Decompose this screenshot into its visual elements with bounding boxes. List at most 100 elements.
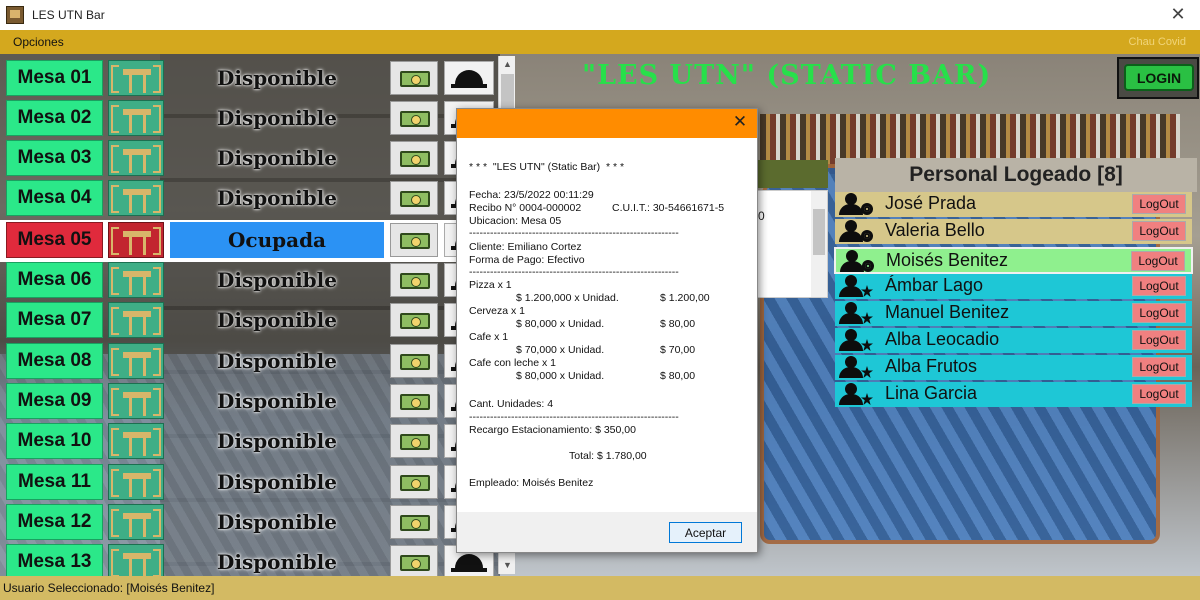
table-status: Disponible	[217, 66, 337, 90]
receipt-empleado: Empleado: Moisés Benitez	[469, 477, 594, 489]
cloche-icon	[451, 554, 487, 573]
pay-button[interactable]	[390, 464, 438, 499]
table-chairs-icon[interactable]	[108, 222, 164, 258]
logout-button[interactable]: LogOut	[1132, 303, 1186, 323]
table-chairs-icon[interactable]	[108, 423, 164, 460]
table-chairs-icon[interactable]	[108, 342, 164, 379]
menu-opciones[interactable]: Opciones	[13, 35, 64, 49]
pay-button[interactable]	[390, 223, 438, 257]
mesa-button[interactable]: Mesa 13	[6, 544, 103, 576]
pay-button[interactable]	[390, 424, 438, 459]
table-status: Disponible	[217, 308, 337, 333]
person-star-icon	[837, 383, 877, 405]
mesa-button[interactable]: Mesa 04	[6, 180, 103, 216]
receipt-fecha: Fecha: 23/5/2022 00:11:29	[469, 189, 594, 201]
employee-name: Alba Leocadio	[885, 329, 1000, 349]
table-status: Disponible	[217, 550, 337, 575]
pay-button[interactable]	[390, 504, 438, 539]
receipt-item-title: Pizza x 1	[469, 279, 512, 291]
table-row: Mesa 13 Disponible	[0, 542, 496, 576]
mesa-button[interactable]: Mesa 10	[6, 423, 103, 460]
pay-button[interactable]	[390, 263, 438, 297]
employee-row[interactable]: Alba Frutos LogOut	[835, 355, 1192, 380]
pay-button[interactable]	[390, 61, 438, 95]
receipt-item-unit: $ 1.200,000 x Unidad.	[516, 292, 619, 304]
person-gear-icon	[837, 220, 877, 242]
logout-button[interactable]: LogOut	[1131, 251, 1185, 271]
pay-button[interactable]	[390, 343, 438, 378]
table-row: Mesa 03 Disponible	[0, 138, 496, 178]
pay-button[interactable]	[390, 303, 438, 338]
pay-button[interactable]	[390, 181, 438, 215]
table-row: Mesa 09 Disponible	[0, 381, 496, 421]
login-button[interactable]: LOGIN	[1124, 64, 1194, 91]
menu-slogan: Chau Covid	[1128, 36, 1186, 48]
pay-button[interactable]	[390, 101, 438, 135]
table-row: Mesa 02 Disponible	[0, 98, 496, 138]
logout-button[interactable]: LogOut	[1132, 276, 1186, 296]
table-chairs-icon[interactable]	[108, 180, 164, 216]
employee-row[interactable]: José Prada LogOut	[835, 192, 1192, 217]
employee-name: José Prada	[885, 193, 977, 213]
mesa-button[interactable]: Mesa 08	[6, 342, 103, 379]
receipt-item-total: $ 1.200,00	[660, 292, 710, 304]
scroll-down-icon[interactable]: ▼	[499, 557, 516, 574]
aceptar-button[interactable]: Aceptar	[669, 522, 742, 543]
logout-button[interactable]: LogOut	[1132, 330, 1186, 350]
money-icon	[400, 514, 430, 531]
waiter-button[interactable]	[444, 61, 494, 95]
table-chairs-icon[interactable]	[108, 382, 164, 419]
employee-row[interactable]: Valeria Bello LogOut	[835, 219, 1192, 244]
table-status: Disponible	[217, 146, 337, 170]
mesa-button[interactable]: Mesa 06	[6, 262, 103, 298]
table-row: Mesa 05 Ocupada	[0, 220, 496, 262]
mesa-button[interactable]: Mesa 07	[6, 302, 103, 339]
table-row: Mesa 01 Disponible	[0, 58, 496, 98]
employee-row[interactable]: Moisés Benitez LogOut	[834, 247, 1193, 274]
mesa-button[interactable]: Mesa 11	[6, 463, 103, 500]
pay-button[interactable]	[390, 141, 438, 175]
logout-button[interactable]: LogOut	[1132, 384, 1186, 404]
person-star-icon	[837, 356, 877, 378]
logout-button[interactable]: LogOut	[1132, 357, 1186, 377]
money-icon	[400, 313, 430, 330]
logout-button[interactable]: LogOut	[1132, 194, 1186, 214]
employee-row[interactable]: Ámbar Lago LogOut	[835, 274, 1192, 299]
table-chairs-icon[interactable]	[108, 544, 164, 576]
mesa-button[interactable]: Mesa 02	[6, 100, 103, 136]
money-icon	[400, 233, 430, 249]
table-chairs-icon[interactable]	[108, 302, 164, 339]
mesa-button[interactable]: Mesa 05	[6, 222, 103, 258]
receipt-recargo: Recargo Estacionamiento: $ 350,00	[469, 424, 636, 436]
pay-button[interactable]	[390, 545, 438, 576]
close-icon[interactable]: ✕	[1168, 4, 1188, 25]
receipt-item-title: Cerveza x 1	[469, 305, 526, 317]
mesa-button[interactable]: Mesa 03	[6, 140, 103, 176]
cloche-icon	[451, 70, 487, 88]
table-chairs-icon[interactable]	[108, 60, 164, 96]
table-chairs-icon[interactable]	[108, 100, 164, 136]
dialog-close-icon[interactable]: ✕	[731, 112, 749, 132]
table-chairs-icon[interactable]	[108, 140, 164, 176]
employee-row[interactable]: Manuel Benitez LogOut	[835, 301, 1192, 326]
table-chairs-icon[interactable]	[108, 463, 164, 500]
mesa-button[interactable]: Mesa 01	[6, 60, 103, 96]
employee-row[interactable]: Alba Leocadio LogOut	[835, 328, 1192, 353]
menu-bar: Opciones Chau Covid	[0, 30, 1200, 54]
employee-row[interactable]: Lina Garcia LogOut	[835, 382, 1192, 407]
hidden-panel-list[interactable]: 0	[755, 190, 828, 298]
dialog-header: ✕	[457, 109, 757, 138]
person-gear-icon	[837, 193, 877, 215]
hidden-panel-scroll-thumb[interactable]	[813, 209, 825, 255]
money-icon	[400, 273, 430, 289]
scroll-up-icon[interactable]: ▲	[499, 56, 516, 73]
receipt-item-unit: $ 70,000 x Unidad.	[516, 344, 605, 356]
mesa-button[interactable]: Mesa 12	[6, 503, 103, 540]
mesa-button[interactable]: Mesa 09	[6, 382, 103, 419]
pay-button[interactable]	[390, 383, 438, 418]
money-icon	[400, 434, 430, 451]
table-chairs-icon[interactable]	[108, 262, 164, 298]
table-chairs-icon[interactable]	[108, 503, 164, 540]
logout-button[interactable]: LogOut	[1132, 221, 1186, 241]
receipt-separator: ----------------------------------------…	[469, 411, 679, 423]
